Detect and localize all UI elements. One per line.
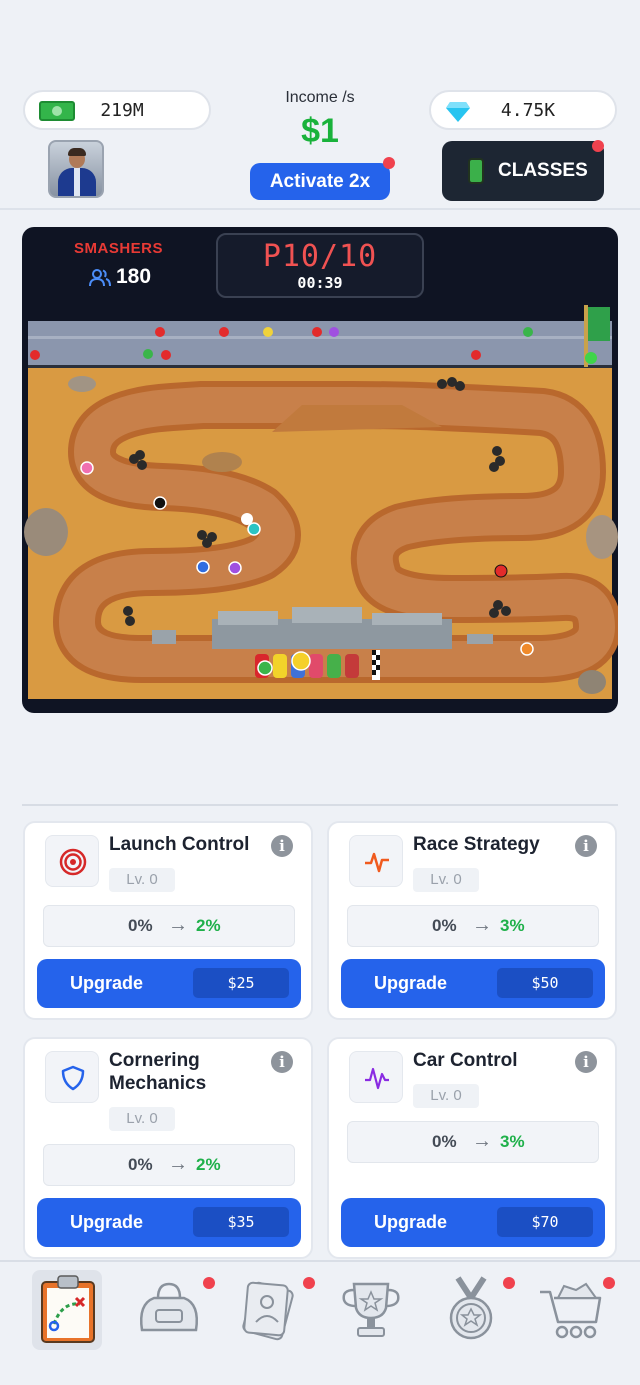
medal-icon bbox=[449, 1276, 493, 1340]
gems-value: 4.75K bbox=[500, 99, 556, 121]
nav-tab-trophy[interactable] bbox=[336, 1274, 406, 1344]
notification-dot bbox=[603, 1277, 615, 1289]
activate-2x-button[interactable]: Activate 2x bbox=[250, 163, 390, 200]
race-view: SMASHERS 180 P10/10 00:39 bbox=[22, 227, 618, 713]
upgrade-price: $25 bbox=[193, 968, 289, 998]
notification-dot bbox=[503, 1277, 515, 1289]
nav-tab-shop[interactable] bbox=[536, 1274, 606, 1344]
upgrade-stat: 0% → 3% bbox=[347, 905, 599, 947]
upgrade-level: Lv. 0 bbox=[413, 868, 479, 892]
pulse-icon bbox=[365, 852, 389, 873]
race-timer: 00:39 bbox=[297, 274, 343, 292]
upgrade-button[interactable]: Upgrade $25 bbox=[37, 959, 301, 1008]
upgrade-stat: 0% → 2% bbox=[43, 1144, 295, 1186]
upgrade-level: Lv. 0 bbox=[109, 1107, 175, 1131]
cash-counter[interactable]: 219M bbox=[23, 90, 211, 130]
upgrade-price: $50 bbox=[497, 968, 593, 998]
upgrade-title: Race Strategy bbox=[413, 834, 540, 855]
info-icon[interactable]: i bbox=[271, 1051, 293, 1073]
upgrade-stat: 0% → 3% bbox=[347, 1121, 599, 1163]
team-members: 180 bbox=[116, 265, 152, 288]
info-icon[interactable]: i bbox=[575, 835, 597, 857]
upgrade-button[interactable]: Upgrade $50 bbox=[341, 959, 605, 1008]
notification-dot bbox=[383, 157, 395, 169]
info-icon[interactable]: i bbox=[271, 835, 293, 857]
upgrade-stat: 0% → 2% bbox=[43, 905, 295, 947]
income-label: Income /s bbox=[285, 89, 355, 106]
upgrade-card-car-control: Car Control i Lv. 0 0% → 3% Upgrade $70 bbox=[327, 1037, 617, 1259]
income-value: $1 bbox=[301, 112, 339, 150]
race-position-panel: P10/10 00:39 bbox=[216, 233, 424, 298]
cards-icon bbox=[242, 1281, 294, 1341]
top-header: 219M Income /s $1 Activate 2x 4.75K CLAS… bbox=[0, 0, 640, 210]
upgrade-button[interactable]: Upgrade $35 bbox=[37, 1198, 301, 1247]
upgrade-title: Launch Control bbox=[109, 834, 250, 855]
race-position: P10/10 bbox=[262, 239, 378, 274]
team-name: SMASHERS bbox=[74, 240, 164, 257]
nav-tab-bag[interactable] bbox=[134, 1274, 204, 1344]
car-icon bbox=[468, 158, 484, 184]
upgrade-price: $70 bbox=[497, 1207, 593, 1237]
upgrade-card-launch-control: Launch Control i Lv. 0 0% → 2% Upgrade $25 bbox=[23, 821, 313, 1020]
nav-tab-strategy[interactable] bbox=[34, 1272, 104, 1343]
upgrade-button[interactable]: Upgrade $70 bbox=[341, 1198, 605, 1247]
avatar[interactable] bbox=[48, 140, 104, 198]
nav-tab-medal[interactable] bbox=[436, 1274, 506, 1344]
bottom-nav bbox=[0, 1260, 640, 1385]
arrow-right-icon: → bbox=[472, 914, 492, 936]
arrow-right-icon: → bbox=[168, 914, 188, 936]
bag-icon bbox=[140, 1282, 198, 1332]
clipboard-strategy-icon bbox=[41, 1275, 95, 1343]
cash-value: 219M bbox=[100, 99, 144, 121]
cart-icon bbox=[540, 1282, 602, 1339]
race-track bbox=[24, 305, 618, 699]
upgrade-price: $35 bbox=[193, 1207, 289, 1237]
wave-icon bbox=[365, 1067, 389, 1090]
upgrade-title: Car Control bbox=[413, 1050, 518, 1071]
trophy-icon bbox=[342, 1282, 400, 1337]
shield-icon bbox=[61, 1065, 85, 1091]
upgrade-level: Lv. 0 bbox=[109, 868, 175, 892]
nav-tab-cards[interactable] bbox=[236, 1274, 306, 1344]
arrow-right-icon: → bbox=[168, 1153, 188, 1175]
arrow-right-icon: → bbox=[472, 1130, 492, 1152]
classes-button[interactable]: CLASSES bbox=[442, 141, 604, 201]
upgrade-level: Lv. 0 bbox=[413, 1084, 479, 1108]
users-icon bbox=[89, 269, 111, 287]
notification-dot bbox=[203, 1277, 215, 1289]
upgrade-card-race-strategy: Race Strategy i Lv. 0 0% → 3% Upgrade $50 bbox=[327, 821, 617, 1020]
notification-dot bbox=[592, 140, 604, 152]
divider bbox=[22, 804, 618, 806]
target-icon bbox=[59, 848, 87, 876]
upgrade-title: Cornering Mechanics bbox=[109, 1050, 207, 1094]
upgrade-card-cornering-mechanics: Cornering Mechanics i Lv. 0 0% → 2% Upgrad… bbox=[23, 1037, 313, 1259]
info-icon[interactable]: i bbox=[575, 1051, 597, 1073]
gems-counter[interactable]: 4.75K bbox=[429, 90, 617, 130]
notification-dot bbox=[303, 1277, 315, 1289]
